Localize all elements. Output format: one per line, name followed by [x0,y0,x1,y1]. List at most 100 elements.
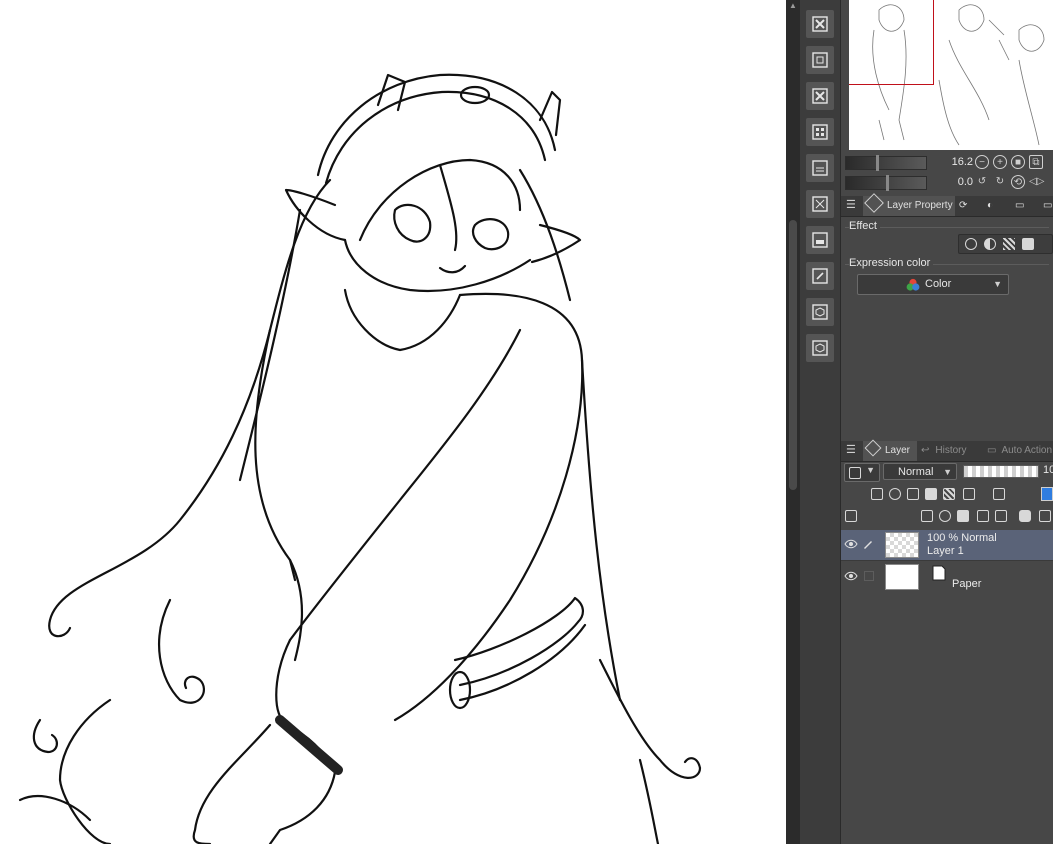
layer-thumbnail [885,564,919,590]
tab-auto-action[interactable]: ▭ Auto Action [983,441,1053,461]
right-panel: 16.2 − + ■ ⧉ 0.0 ↺ ↻ ⟲ ◁▷ ☰ Layer Proper… [841,0,1053,844]
effect-buttons [958,234,1053,254]
rotate-right-icon[interactable]: ↻ [993,175,1007,189]
zoom-slider-knob[interactable] [876,155,879,171]
edit-icon [812,268,828,284]
panel-menu-icon[interactable]: ☰ [846,200,856,211]
layer-toolbar: ▼ Normal ▼ 10 [841,461,1053,531]
clear-layer-button[interactable] [806,10,834,38]
3d-model-button[interactable] [806,334,834,362]
scroll-up-arrow-icon[interactable]: ▲ [789,2,797,10]
opacity-slider[interactable] [963,465,1039,478]
delete-layer-icon[interactable] [1039,510,1051,522]
layer-property-icon [864,193,884,213]
effect-label: Effect [849,220,880,232]
navigator-preview[interactable] [849,0,1053,150]
layer-color-swatch[interactable] [1041,487,1053,501]
sub-tool-icon: ⟳ [959,200,968,211]
combine-to-layer-below-icon[interactable] [995,510,1007,522]
clip-to-layer-below-icon[interactable] [871,488,883,500]
line-art-illustration [18,73,702,844]
zoom-slider[interactable] [845,155,927,171]
tab-item-bank[interactable]: ▭ [1011,196,1039,216]
navigator-panel [841,0,1053,152]
layer-divider [841,560,1053,561]
expression-color-select[interactable]: Color ▼ [857,274,1009,295]
new-folder-icon[interactable] [957,510,969,522]
palette-color-dropdown[interactable]: ▼ [844,463,880,482]
rotate-slider-knob[interactable] [886,175,889,191]
fill-button[interactable] [806,118,834,146]
eye-icon[interactable] [844,571,858,581]
tab-more[interactable]: ▭ [1039,196,1053,216]
checker-icon [812,124,828,140]
command-bar [800,0,841,844]
scale-icon [812,196,828,212]
reference-layer-icon[interactable] [889,488,901,500]
zoom-in-icon[interactable]: + [993,155,1007,169]
tab-history[interactable]: ↩ History [917,441,983,461]
pencil-icon [864,541,872,549]
layer-color-icon[interactable] [1022,238,1034,250]
reset-rotation-icon[interactable]: ⟲ [1011,175,1025,189]
scrollbar-thumb[interactable] [789,220,797,490]
blend-mode-value: Normal [898,466,934,478]
tab-tool-property[interactable]: ◐ [983,196,1011,216]
border-effect-icon[interactable] [965,238,977,250]
cube-icon [812,304,828,320]
navigator-view-frame[interactable] [849,0,934,85]
tab-layer-property[interactable]: Layer Property [863,193,955,216]
layer-panel-menu-icon[interactable]: ☰ [846,445,856,456]
tool-property-icon: ◐ [987,200,994,211]
new-vector-layer-icon[interactable] [939,510,951,522]
drawing-canvas[interactable] [0,0,786,844]
ruler-range-icon[interactable] [993,488,1005,500]
fit-window-icon[interactable]: ⧉ [1029,155,1043,169]
scale-selection-button[interactable] [806,190,834,218]
blend-mode-select[interactable]: Normal ▼ [883,463,957,480]
item-bank-icon: ▭ [1015,200,1025,211]
convert-icon [812,160,828,176]
layer-panel-settings-icon[interactable] [845,510,857,522]
rotate-left-icon[interactable]: ↺ [975,175,989,189]
zoom-out-icon[interactable]: − [975,155,989,169]
layer-options-row [841,483,1053,505]
new-raster-layer-button[interactable] [806,46,834,74]
screentone-effect-icon[interactable] [1003,238,1015,250]
create-layer-mask-icon[interactable] [1019,510,1031,522]
chevron-down-icon: ▼ [993,279,1002,289]
chevron-down-icon: ▼ [943,467,952,477]
canvas-vertical-scrollbar[interactable]: ▲ [786,0,800,844]
clear-outside-selection-button[interactable] [806,82,834,110]
layer-info: 100 % Normal [927,532,997,544]
palette-color-icon [849,467,861,479]
new-raster-layer-icon[interactable] [921,510,933,522]
expression-color-value: Color [925,278,952,290]
layer-row[interactable]: Paper [841,562,1053,592]
actual-size-icon[interactable]: ■ [1011,155,1025,169]
lock-layer-icon[interactable] [925,488,937,500]
tab-layer[interactable]: Layer [863,439,917,461]
layer-row[interactable]: 100 % Normal Layer 1 [841,530,1053,560]
auto-action-icon: ▭ [987,445,997,456]
enable-mask-icon[interactable] [963,488,975,500]
edit-button[interactable] [806,262,834,290]
convert-layer-button[interactable] [806,154,834,182]
eye-icon[interactable] [844,539,858,549]
rasterize-button[interactable] [806,226,834,254]
3d-object-button[interactable] [806,298,834,326]
layer-name: Layer 1 [927,545,964,557]
flip-horizontal-icon[interactable]: ◁▷ [1029,175,1044,189]
paper-icon [932,565,946,581]
layer-actions-row [841,505,1053,527]
image-icon [812,232,828,248]
tone-effect-icon[interactable] [984,238,996,250]
rotate-value: 0.0 [957,176,973,188]
rotate-slider[interactable] [845,175,927,191]
layer-name: Paper [952,578,982,590]
lock-toggle-icon[interactable] [864,571,874,581]
tab-sub-tool-detail[interactable]: ⟳ [955,196,983,216]
transfer-to-lower-layer-icon[interactable] [977,510,989,522]
set-draft-layer-icon[interactable] [907,488,919,500]
lock-transparent-pixels-icon[interactable] [943,488,955,500]
